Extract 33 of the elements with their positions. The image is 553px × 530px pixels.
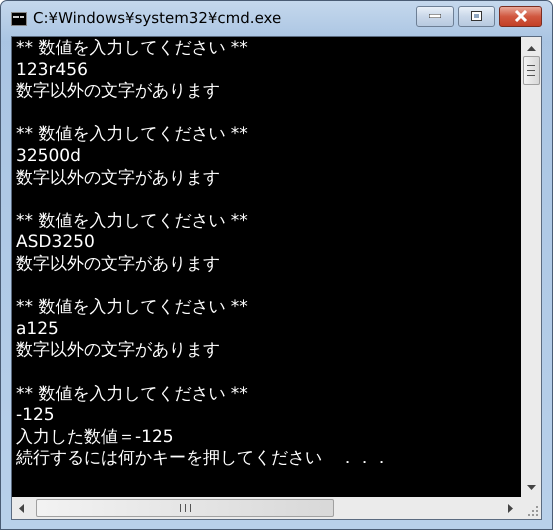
console-line: ** 数値を入力してください ** [16,297,248,319]
console-line: 数字以外の文字があります [16,340,220,362]
vertical-scrollbar[interactable] [521,37,541,497]
scroll-thumb[interactable] [522,56,540,85]
scroll-down-icon[interactable] [526,485,536,490]
console-line: ** 数値を入力してください ** [16,38,248,60]
scroll-left-icon[interactable] [19,504,24,512]
console-line: ASD3250 [16,232,95,254]
console-line: 続行するには何かキーを押してください ．．． [16,448,390,470]
minimize-button[interactable] [416,6,454,26]
scroll-right-icon[interactable] [508,504,513,512]
close-button[interactable] [499,6,542,26]
console-line: 数字以外の文字があります [16,81,220,103]
console-line: 数字以外の文字があります [16,254,220,276]
console-line: -125 [16,405,55,427]
minimize-icon [429,14,441,18]
window-title: C:¥Windows¥system32¥cmd.exe [33,8,282,30]
console-line: 32500d [16,146,81,168]
scroll-up-icon[interactable] [526,46,536,51]
console-line: 123r456 [16,60,88,82]
console-line: ** 数値を入力してください ** [16,210,248,232]
close-icon [514,10,528,22]
horizontal-scrollbar[interactable] [12,497,521,519]
console-app-icon [11,12,27,26]
resize-grip-icon[interactable] [528,506,538,516]
scroll-thumb[interactable] [36,499,334,517]
console-line: ** 数値を入力してください ** [16,124,248,146]
maximize-icon [471,11,482,21]
console-line: a125 [16,318,59,340]
maximize-button[interactable] [458,6,495,26]
console-line: 入力した数値＝-125 [16,426,174,448]
console-line: ** 数値を入力してください ** [16,384,248,406]
console-line: 数字以外の文字があります [16,168,220,190]
